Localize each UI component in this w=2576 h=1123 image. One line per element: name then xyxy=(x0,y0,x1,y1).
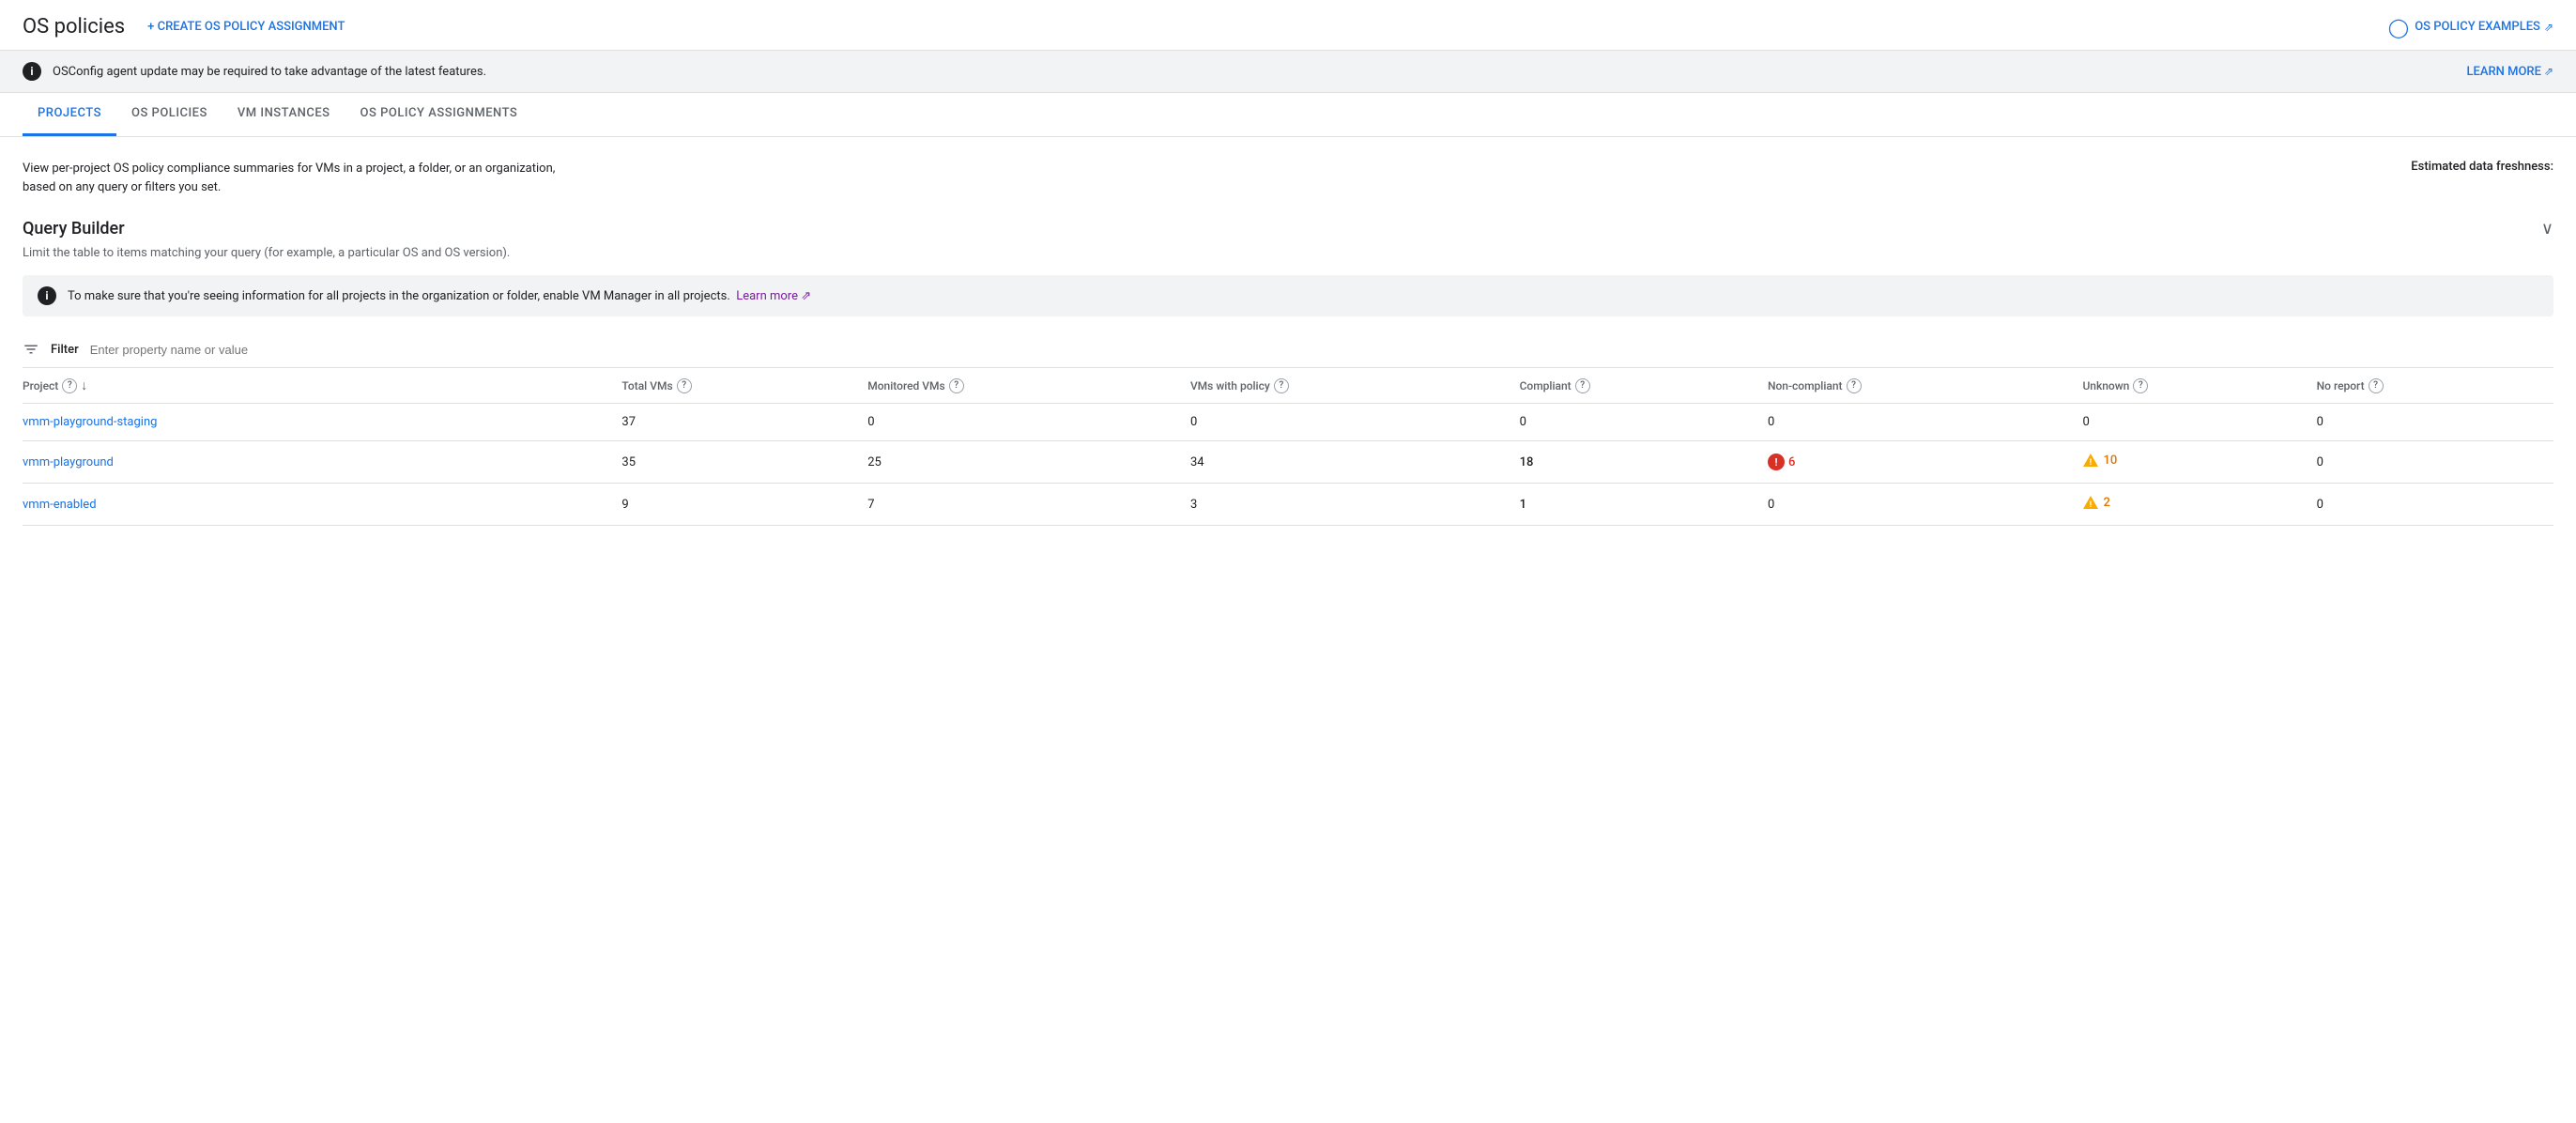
query-builder-description: Limit the table to items matching your q… xyxy=(23,246,2553,260)
filter-label: Filter xyxy=(51,343,79,357)
create-policy-assignment-link[interactable]: + CREATE OS POLICY ASSIGNMENT xyxy=(147,20,345,34)
compliant-help-icon[interactable]: ? xyxy=(1575,378,1590,393)
cell-compliant: 1 xyxy=(1520,484,1768,526)
cell-total-vms: 37 xyxy=(621,404,867,441)
top-row: View per-project OS policy compliance su… xyxy=(23,160,2553,196)
filter-icon xyxy=(23,341,39,358)
warning-icon: ! xyxy=(2082,453,2099,468)
learn-more-vm-manager-link[interactable]: Learn more ⇗ xyxy=(736,289,811,303)
projects-table: Project ? ↓ Total VMs ? Monitored xyxy=(23,368,2553,526)
header-right: ◯ OS POLICY EXAMPLES ⇗ xyxy=(2388,16,2553,38)
cell-vms-with-policy: 0 xyxy=(1190,404,1520,441)
cell-compliant: 18 xyxy=(1520,441,1768,484)
unknown-help-icon[interactable]: ? xyxy=(2133,378,2148,393)
page-description: View per-project OS policy compliance su… xyxy=(23,160,586,196)
info-icon-2: i xyxy=(38,286,56,305)
query-builder-title: Query Builder xyxy=(23,219,125,238)
query-builder-toggle[interactable]: Query Builder ∨ xyxy=(23,219,2553,246)
col-monitored-vms: Monitored VMs ? xyxy=(867,368,1190,404)
main-content: View per-project OS policy compliance su… xyxy=(0,137,2576,526)
svg-text:!: ! xyxy=(2090,500,2092,510)
banner-left: i OSConfig agent update may be required … xyxy=(23,62,486,81)
filter-input[interactable] xyxy=(90,343,2553,357)
examples-label: OS POLICY EXAMPLES xyxy=(2415,20,2540,34)
project-link[interactable]: vmm-playground xyxy=(23,455,114,469)
cell-unknown: 0 xyxy=(2082,404,2316,441)
create-link-label: + CREATE OS POLICY ASSIGNMENT xyxy=(147,20,345,34)
warning-icon: ! xyxy=(2082,495,2099,510)
query-builder: Query Builder ∨ Limit the table to items… xyxy=(23,219,2553,260)
filter-row: Filter xyxy=(23,331,2553,368)
table-header-row: Project ? ↓ Total VMs ? Monitored xyxy=(23,368,2553,404)
unknown-badge: ! 10 xyxy=(2082,453,2117,468)
no-report-help-icon[interactable]: ? xyxy=(2369,378,2384,393)
page-header: OS policies + CREATE OS POLICY ASSIGNMEN… xyxy=(0,0,2576,51)
cell-vms-with-policy: 3 xyxy=(1190,484,1520,526)
col-no-report: No report ? xyxy=(2317,368,2553,404)
cell-monitored-vms: 7 xyxy=(867,484,1190,526)
vms-with-policy-help-icon[interactable]: ? xyxy=(1274,378,1289,393)
tab-vm-instances[interactable]: VM INSTANCES xyxy=(222,93,345,136)
table-row: vmm-playground-staging37000000 xyxy=(23,404,2553,441)
project-link[interactable]: vmm-playground-staging xyxy=(23,415,157,429)
cell-non-compliant: 0 xyxy=(1768,484,2083,526)
header-left: OS policies + CREATE OS POLICY ASSIGNMEN… xyxy=(23,15,345,38)
cell-monitored-vms: 0 xyxy=(867,404,1190,441)
non-compliant-help-icon[interactable]: ? xyxy=(1847,378,1862,393)
banner-text: OSConfig agent update may be required to… xyxy=(53,65,486,79)
cell-unknown: ! 2 xyxy=(2082,484,2316,526)
col-total-vms: Total VMs ? xyxy=(621,368,867,404)
cell-non-compliant: ! 6 xyxy=(1768,441,2083,484)
error-icon: ! xyxy=(1768,454,1785,470)
github-icon: ◯ xyxy=(2388,16,2409,38)
cell-no-report: 0 xyxy=(2317,441,2553,484)
svg-text:!: ! xyxy=(2090,458,2092,468)
cell-project: vmm-playground-staging xyxy=(23,404,621,441)
col-unknown: Unknown ? xyxy=(2082,368,2316,404)
total-vms-help-icon[interactable]: ? xyxy=(677,378,692,393)
monitored-vms-help-icon[interactable]: ? xyxy=(949,378,964,393)
col-project: Project ? ↓ xyxy=(23,368,621,404)
table-row: vmm-playground 35253418! 6 ! 10 0 xyxy=(23,441,2553,484)
cell-vms-with-policy: 34 xyxy=(1190,441,1520,484)
cell-compliant: 0 xyxy=(1520,404,1768,441)
cell-project: vmm-enabled xyxy=(23,484,621,526)
cell-no-report: 0 xyxy=(2317,484,2553,526)
external-link-icon: ⇗ xyxy=(2544,21,2553,34)
project-link[interactable]: vmm-enabled xyxy=(23,498,97,512)
cell-unknown: ! 10 xyxy=(2082,441,2316,484)
top-info-banner: i OSConfig agent update may be required … xyxy=(0,51,2576,93)
learn-more-label: LEARN MORE xyxy=(2466,65,2540,79)
cell-no-report: 0 xyxy=(2317,404,2553,441)
col-compliant: Compliant ? xyxy=(1520,368,1768,404)
table-row: vmm-enabled97310! 20 xyxy=(23,484,2553,526)
vm-manager-text: To make sure that you're seeing informat… xyxy=(68,289,811,303)
cell-non-compliant: 0 xyxy=(1768,404,2083,441)
info-icon: i xyxy=(23,62,41,81)
page-title: OS policies xyxy=(23,15,125,38)
learn-more-external-icon: ⇗ xyxy=(2544,65,2553,78)
tab-projects[interactable]: PROJECTS xyxy=(23,93,116,136)
tabs-container: PROJECTS OS POLICIES VM INSTANCES OS POL… xyxy=(0,93,2576,137)
cell-total-vms: 35 xyxy=(621,441,867,484)
cell-monitored-vms: 25 xyxy=(867,441,1190,484)
freshness-label: Estimated data freshness: xyxy=(2411,160,2553,174)
sort-icon[interactable]: ↓ xyxy=(81,377,87,393)
cell-project: vmm-playground xyxy=(23,441,621,484)
col-vms-with-policy: VMs with policy ? xyxy=(1190,368,1520,404)
non-compliant-badge: ! 6 xyxy=(1768,454,1795,470)
os-policy-examples-link[interactable]: OS POLICY EXAMPLES ⇗ xyxy=(2415,20,2553,34)
chevron-down-icon: ∨ xyxy=(2541,219,2553,238)
tab-os-policy-assignments[interactable]: OS POLICY ASSIGNMENTS xyxy=(345,93,533,136)
vm-manager-info-banner: i To make sure that you're seeing inform… xyxy=(23,275,2553,316)
project-help-icon[interactable]: ? xyxy=(62,378,77,393)
col-non-compliant: Non-compliant ? xyxy=(1768,368,2083,404)
learn-more-link[interactable]: LEARN MORE ⇗ xyxy=(2466,65,2553,79)
unknown-badge: ! 2 xyxy=(2082,495,2109,510)
cell-total-vms: 9 xyxy=(621,484,867,526)
tab-os-policies[interactable]: OS POLICIES xyxy=(116,93,222,136)
